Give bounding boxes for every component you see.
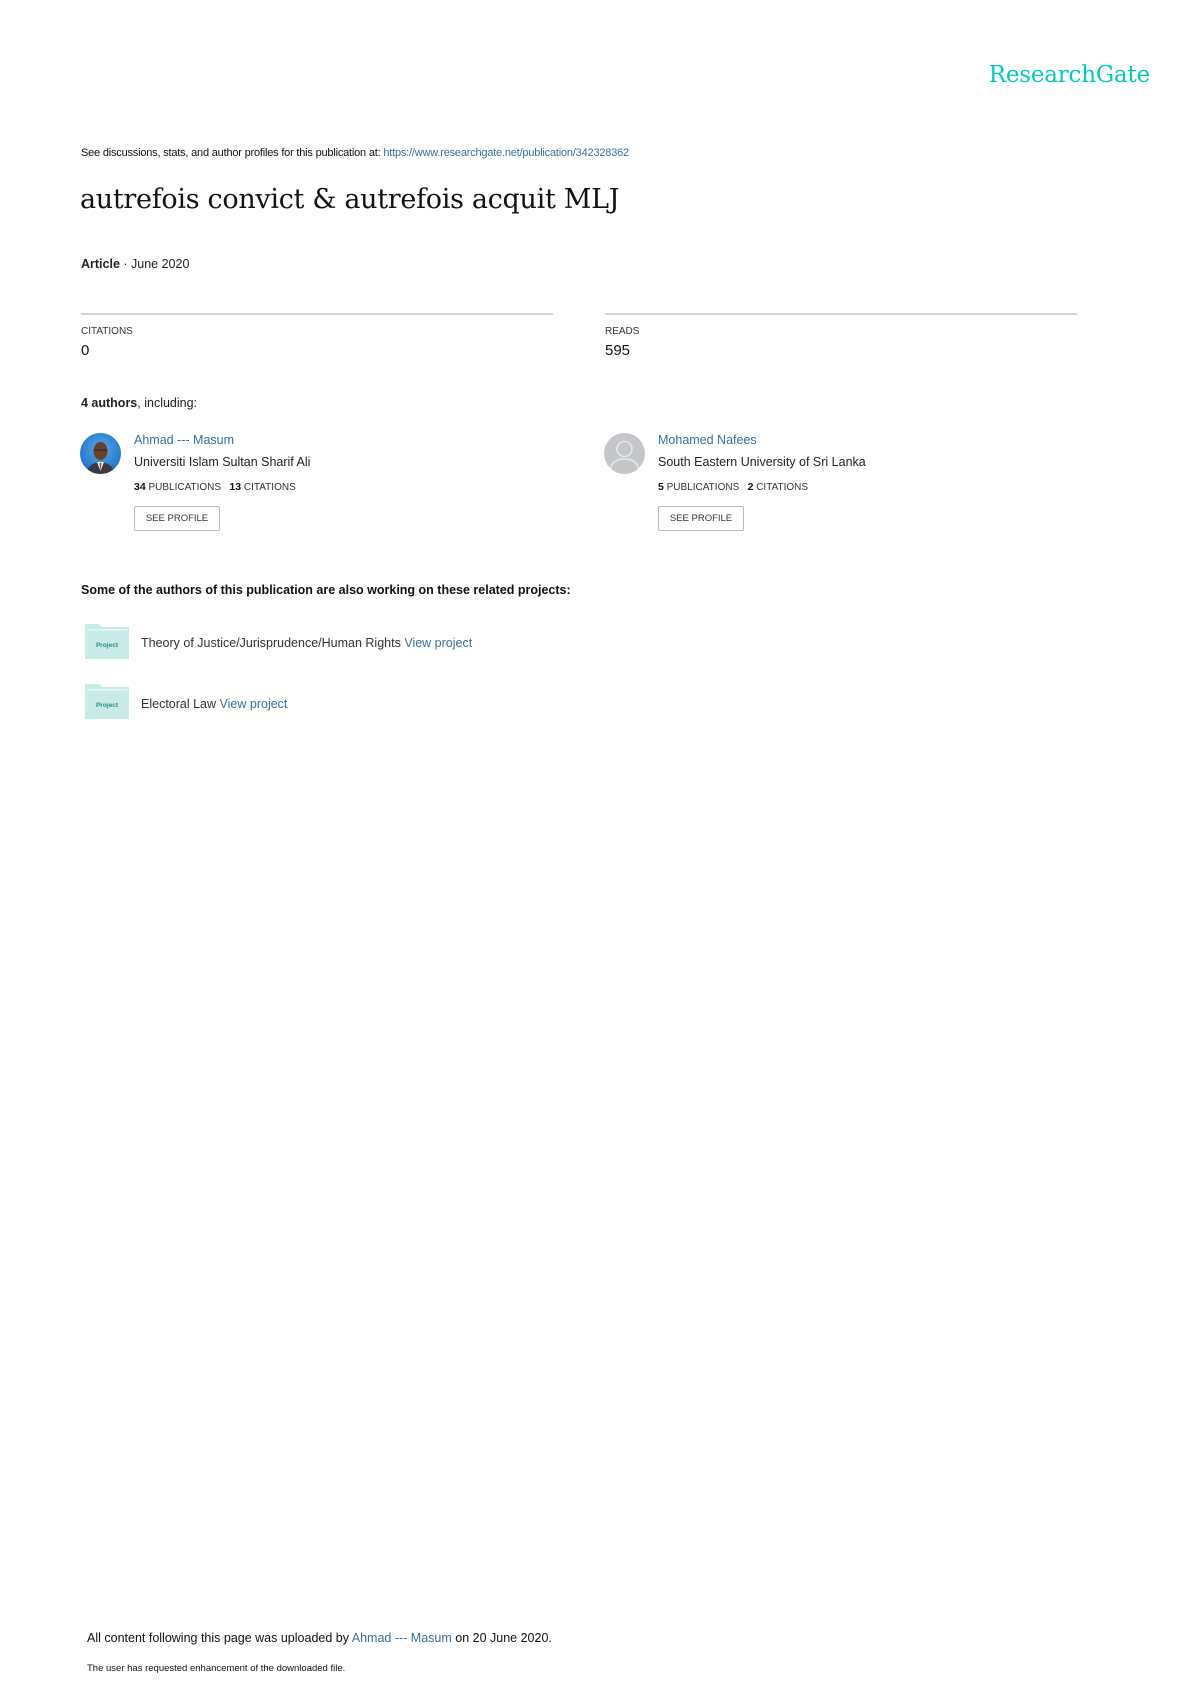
publications-label: PUBLICATIONS	[148, 482, 222, 493]
see-profile-button[interactable]: SEE PROFILE	[134, 506, 220, 531]
project-folder-icon: Project	[85, 624, 129, 659]
folder-label: Project	[96, 642, 119, 649]
default-user-icon	[609, 440, 640, 471]
publication-type: Article	[81, 257, 120, 271]
author-citations-count: 13	[229, 481, 242, 493]
folder-label: Project	[96, 702, 119, 709]
author-stats: 5 PUBLICATIONS 2 CITATIONS	[658, 481, 808, 493]
author-avatar[interactable]	[604, 433, 645, 474]
author-photo-icon	[86, 442, 115, 474]
author-avatar[interactable]	[80, 433, 121, 474]
see-profile-button[interactable]: SEE PROFILE	[658, 506, 744, 531]
discussion-line: See discussions, stats, and author profi…	[81, 147, 629, 159]
reads-label: READS	[605, 326, 640, 337]
author-name-link[interactable]: Mohamed Nafees	[658, 433, 757, 447]
related-projects-heading: Some of the authors of this publication …	[81, 583, 571, 597]
author-institution: South Eastern University of Sri Lanka	[658, 455, 866, 469]
project-folder-icon: Project	[85, 684, 129, 719]
publication-date: June 2020	[131, 257, 190, 271]
author-institution: Universiti Islam Sultan Sharif Ali	[134, 455, 311, 469]
project-item: Theory of Justice/Jurisprudence/Human Ri…	[141, 636, 472, 650]
project-title: Theory of Justice/Jurisprudence/Human Ri…	[141, 636, 401, 650]
reads-divider	[605, 313, 1077, 315]
view-project-link[interactable]: View project	[404, 636, 472, 650]
publications-label: PUBLICATIONS	[666, 482, 740, 493]
upload-suffix: on 20 June 2020.	[451, 1631, 552, 1645]
publication-title: autrefois convict & autrefois acquit MLJ	[80, 184, 620, 215]
author-name-link[interactable]: Ahmad --- Masum	[134, 433, 234, 447]
author-stats: 34 PUBLICATIONS 13 CITATIONS	[134, 481, 296, 493]
publications-count: 5	[658, 481, 664, 493]
author-citations-label: CITATIONS	[243, 482, 296, 493]
view-project-link[interactable]: View project	[220, 697, 288, 711]
uploader-link[interactable]: Ahmad --- Masum	[352, 1631, 452, 1645]
publications-count: 34	[134, 481, 146, 493]
upload-prefix: All content following this page was uplo…	[87, 1631, 352, 1645]
meta-separator: ·	[119, 257, 132, 271]
authors-summary: 4 authors, including:	[81, 396, 197, 410]
citations-divider	[81, 313, 553, 315]
enhancement-note: The user has requested enhancement of th…	[87, 1663, 346, 1674]
discussion-prefix: See discussions, stats, and author profi…	[81, 147, 384, 159]
publication-url-link[interactable]: https://www.researchgate.net/publication…	[383, 147, 629, 159]
project-item: Electoral Law View project	[141, 697, 287, 711]
authors-count: 4 authors	[81, 396, 138, 410]
publication-meta: Article · June 2020	[81, 257, 189, 271]
project-title: Electoral Law	[141, 697, 217, 711]
researchgate-logo[interactable]: ResearchGate	[989, 62, 1150, 88]
citations-label: CITATIONS	[81, 326, 133, 337]
upload-notice: All content following this page was uplo…	[87, 1631, 552, 1645]
authors-suffix: , including:	[137, 396, 198, 410]
author-citations-count: 2	[747, 481, 754, 493]
reads-value: 595	[605, 342, 631, 359]
citations-value: 0	[81, 342, 90, 359]
author-citations-label: CITATIONS	[756, 482, 809, 493]
